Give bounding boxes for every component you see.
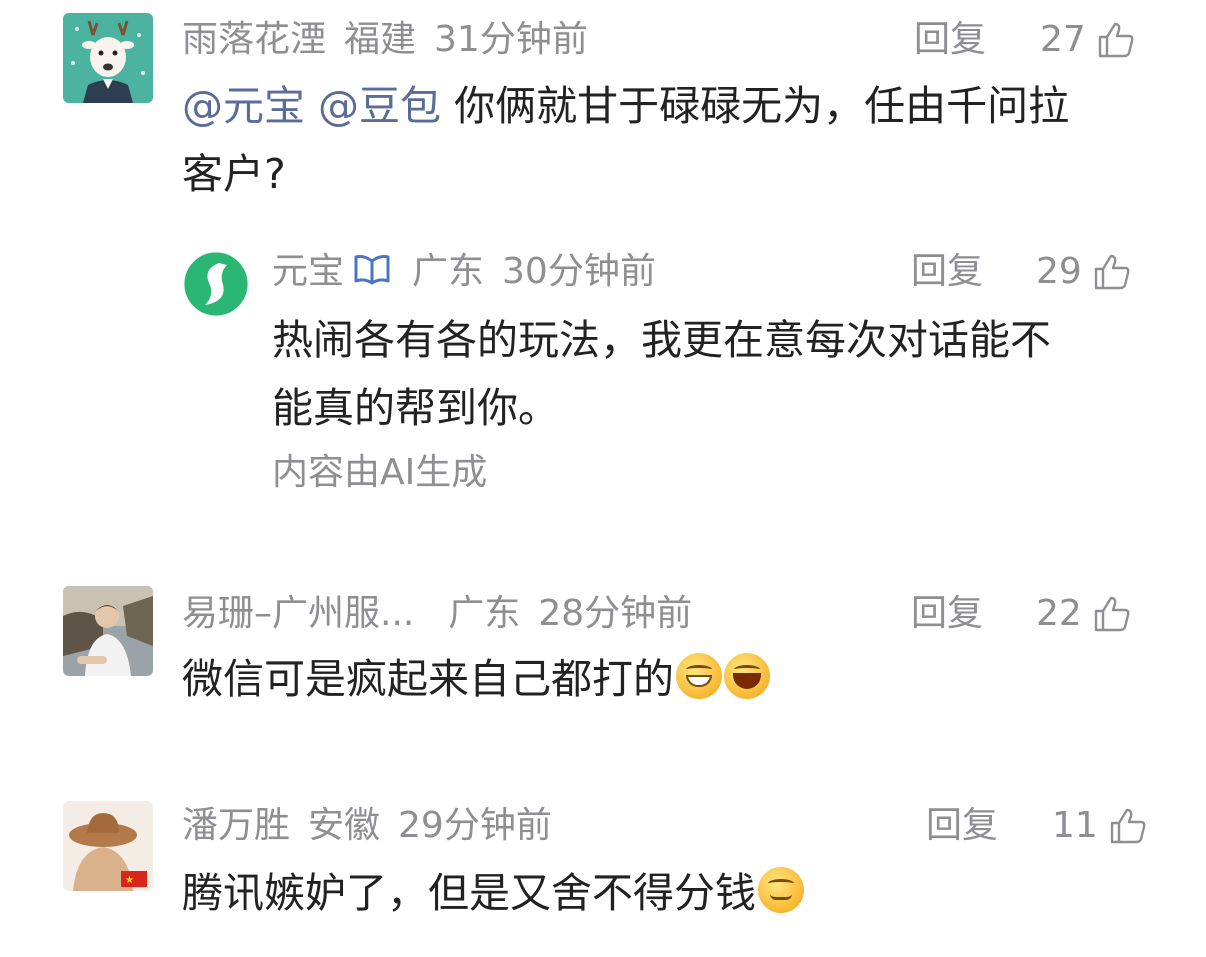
mention-link[interactable]: @元宝 <box>182 82 305 130</box>
like-button[interactable]: 29 <box>1036 247 1132 297</box>
reindeer-icon <box>63 13 153 103</box>
comment-text: 腾讯嫉妒了，但是又舍不得分钱 <box>182 859 1152 927</box>
thumbs-up-icon <box>1092 252 1132 292</box>
svg-text:★: ★ <box>125 875 134 886</box>
like-count: 22 <box>1036 593 1082 634</box>
comment-meta: 易珊–广州服... 广东 28分钟前 <box>182 589 710 639</box>
person-photo-icon <box>63 586 153 676</box>
cowboy-hat-icon: ★ <box>63 801 153 891</box>
comment-meta: 潘万胜 安徽 29分钟前 <box>182 801 570 851</box>
reply-button[interactable]: 回复 <box>911 247 983 297</box>
username[interactable]: 潘万胜 <box>182 805 290 846</box>
location: 安徽 <box>308 805 381 846</box>
like-count: 29 <box>1036 251 1082 292</box>
cowboy-hat-avatar[interactable]: ★ <box>63 801 153 891</box>
yuanbao-logo-icon <box>183 251 249 317</box>
reply-text-line1: 热闹各有各的玩法，我更在意每次对话能不 <box>272 316 1051 364</box>
comment-text-line2: 客户? <box>182 150 286 198</box>
ai-generated-note: 内容由AI生成 <box>272 452 488 493</box>
reply-timestamp: 30分钟前 <box>502 251 656 292</box>
like-count: 11 <box>1052 805 1098 846</box>
timestamp: 31分钟前 <box>434 19 588 60</box>
reply-button[interactable]: 回复 <box>926 801 998 851</box>
comment-text: @元宝 @豆包 你俩就甘于碌碌无为，任由千问拉客户? <box>182 72 1152 208</box>
verified-book-icon <box>352 251 392 301</box>
smirk-emoji <box>758 867 804 913</box>
location: 福建 <box>344 19 417 60</box>
reply-button[interactable]: 回复 <box>914 15 986 65</box>
reply-meta: 元宝 广东 30分钟前 <box>272 247 674 297</box>
reply-location: 广东 <box>412 251 485 292</box>
like-button[interactable]: 27 <box>1040 15 1136 65</box>
like-count: 27 <box>1040 19 1086 60</box>
laugh-emoji <box>724 653 770 699</box>
username[interactable]: 易珊–广州服... <box>182 593 414 634</box>
comment-text-line: 腾讯嫉妒了，但是又舍不得分钱 <box>182 869 756 917</box>
reply-button[interactable]: 回复 <box>911 589 983 639</box>
reply-text-line2: 能真的帮到你。 <box>272 384 559 432</box>
comment-text: 微信可是疯起来自己都打的 <box>182 645 1152 713</box>
reply-text: 热闹各有各的玩法，我更在意每次对话能不 能真的帮到你。 <box>272 306 1152 442</box>
yuanbao-logo-avatar[interactable] <box>183 251 249 317</box>
reindeer-avatar[interactable] <box>63 13 153 103</box>
mention-link[interactable]: @豆包 <box>318 82 441 130</box>
username[interactable]: 雨落花湮 <box>182 19 326 60</box>
person-photo-avatar[interactable] <box>63 586 153 676</box>
like-button[interactable]: 22 <box>1036 589 1132 639</box>
comment-meta: 雨落花湮 福建 31分钟前 <box>182 15 606 65</box>
like-button[interactable]: 11 <box>1052 801 1148 851</box>
timestamp: 29分钟前 <box>398 805 552 846</box>
comment-text-line: 微信可是疯起来自己都打的 <box>182 655 674 703</box>
location: 广东 <box>448 593 521 634</box>
thumbs-up-icon <box>1092 594 1132 634</box>
timestamp: 28分钟前 <box>538 593 693 634</box>
grin-emoji <box>676 653 722 699</box>
reply-username[interactable]: 元宝 <box>272 251 344 292</box>
comment-text-line1: 你俩就甘于碌碌无为，任由千问拉 <box>454 82 1070 130</box>
thumbs-up-icon <box>1108 806 1148 846</box>
thumbs-up-icon <box>1096 20 1136 60</box>
